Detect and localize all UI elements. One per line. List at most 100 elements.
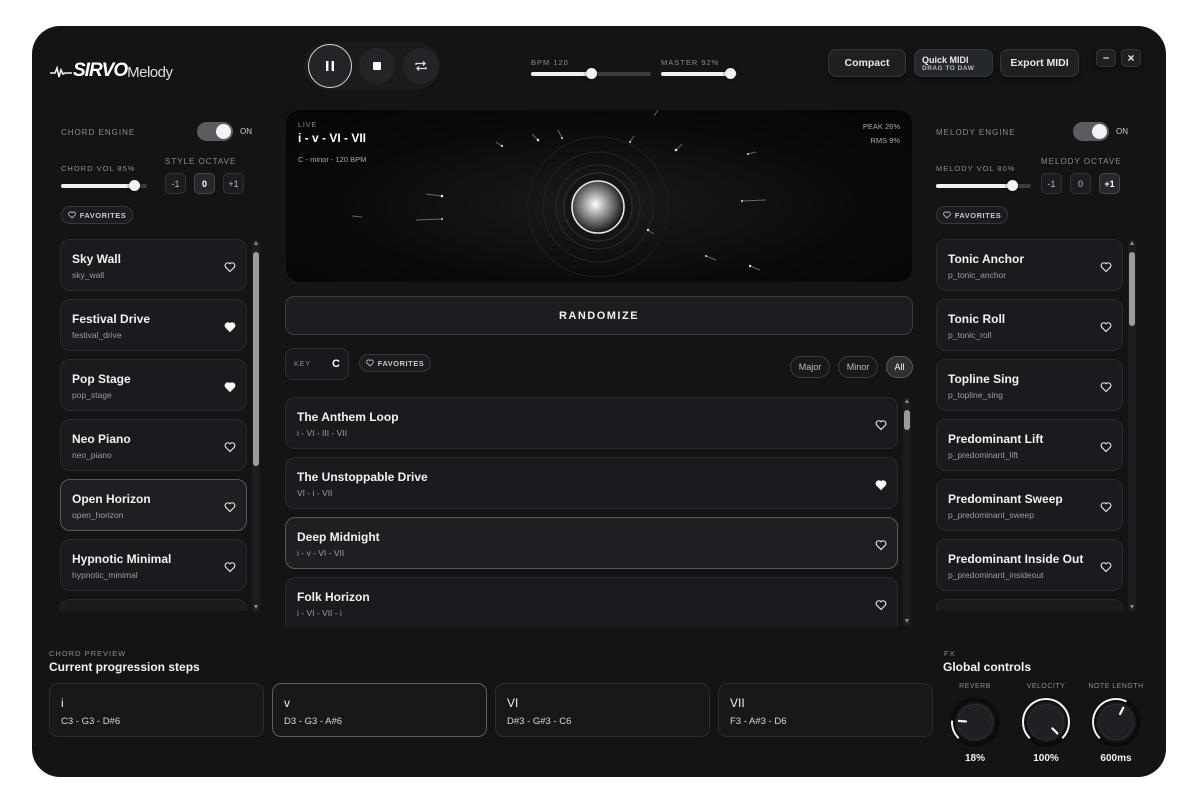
octave-button[interactable]: 0 — [194, 173, 215, 194]
chord-scroll-thumb[interactable] — [253, 252, 259, 466]
heart-outline-icon[interactable] — [224, 441, 236, 453]
preset-card[interactable]: Tonic Anchor p_tonic_anchor — [936, 239, 1123, 291]
octave-button[interactable]: -1 — [1041, 173, 1062, 194]
note-length-knob[interactable] — [1090, 696, 1142, 748]
progression-scrollbar[interactable]: ▲ ▼ — [903, 398, 911, 626]
reverb-knob[interactable] — [949, 696, 1001, 748]
melody-scrollbar[interactable]: ▲ ▼ — [1128, 240, 1136, 612]
master-slider[interactable] — [661, 68, 737, 79]
favorite-toggle[interactable] — [1100, 560, 1112, 573]
preset-card[interactable]: Hypnotic Minimal hypnotic_minimal — [60, 539, 247, 591]
favorite-toggle[interactable] — [224, 320, 236, 333]
favorite-toggle[interactable] — [875, 538, 887, 551]
progression-card[interactable]: Deep Midnight i - v - VI - VII — [285, 517, 898, 569]
heart-outline-icon[interactable] — [224, 501, 236, 513]
favorite-toggle[interactable] — [224, 560, 236, 573]
heart-outline-icon[interactable] — [1100, 261, 1112, 273]
scroll-up-icon[interactable]: ▲ — [252, 240, 260, 248]
heart-filled-icon[interactable] — [224, 381, 236, 393]
velocity-knob[interactable] — [1020, 696, 1072, 748]
favorite-toggle[interactable] — [875, 418, 887, 431]
scroll-up-icon[interactable]: ▲ — [1128, 240, 1136, 248]
melody-favorites-button[interactable]: FAVORITES — [936, 206, 1008, 224]
favorite-toggle[interactable] — [875, 598, 887, 611]
bpm-thumb[interactable] — [585, 68, 597, 79]
preset-card[interactable]: Predominant Inside Out p_predominant_ins… — [936, 539, 1123, 591]
knob-dial[interactable] — [1020, 696, 1072, 748]
preset-card[interactable]: Open Horizon open_horizon — [60, 479, 247, 531]
melody-engine-toggle[interactable] — [1073, 122, 1109, 141]
favorite-toggle[interactable] — [875, 478, 887, 491]
filter-tab-all[interactable]: All — [886, 356, 913, 378]
favorite-toggle[interactable] — [224, 380, 236, 393]
bpm-slider[interactable] — [531, 68, 651, 79]
progression-favorites-button[interactable]: FAVORITES — [359, 354, 431, 372]
heart-outline-icon[interactable] — [875, 419, 887, 431]
scroll-down-icon[interactable]: ▼ — [1128, 604, 1136, 612]
heart-outline-icon[interactable] — [1100, 321, 1112, 333]
progression-card[interactable]: The Unstoppable Drive VI - i - VII — [285, 457, 898, 509]
close-button[interactable]: × — [1121, 49, 1141, 67]
favorite-toggle[interactable] — [1100, 320, 1112, 333]
chord-favorites-button[interactable]: FAVORITES — [61, 206, 133, 224]
preset-card[interactable]: Neo Piano neo_piano — [60, 419, 247, 471]
preset-card[interactable]: Festival Drive festival_drive — [60, 299, 247, 351]
chord-step[interactable]: VII F3 - A#3 - D6 — [718, 683, 933, 737]
scroll-down-icon[interactable]: ▼ — [252, 604, 260, 612]
master-thumb[interactable] — [725, 68, 737, 79]
favorite-toggle[interactable] — [1100, 260, 1112, 273]
octave-button[interactable]: -1 — [165, 173, 186, 194]
preset-card[interactable]: Sky Wall sky_wall — [60, 239, 247, 291]
progression-card[interactable]: The Anthem Loop i - VI - III - VII — [285, 397, 898, 449]
favorite-toggle[interactable] — [1100, 500, 1112, 513]
heart-filled-icon[interactable] — [224, 321, 236, 333]
chord-scrollbar[interactable]: ▲ ▼ — [252, 240, 260, 612]
quick-midi-button[interactable]: Quick MIDI DRAG TO DAW — [914, 49, 993, 77]
preset-card[interactable]: Pop Stage pop_stage — [60, 359, 247, 411]
loop-button[interactable] — [403, 48, 439, 84]
key-selector[interactable]: KEY C — [285, 348, 349, 380]
stop-button[interactable] — [359, 48, 395, 84]
chord-step[interactable]: i C3 - G3 - D#6 — [49, 683, 264, 737]
export-midi-button[interactable]: Export MIDI — [1000, 49, 1079, 77]
melody-vol-thumb[interactable] — [1006, 180, 1018, 191]
favorite-toggle[interactable] — [224, 500, 236, 513]
favorite-toggle[interactable] — [1100, 440, 1112, 453]
chord-step[interactable]: v D3 - G3 - A#6 — [272, 683, 487, 737]
heart-outline-icon[interactable] — [1100, 501, 1112, 513]
preset-card-partial[interactable] — [936, 599, 1123, 611]
octave-button[interactable]: +1 — [1099, 173, 1120, 194]
chord-step[interactable]: VI D#3 - G#3 - C6 — [495, 683, 710, 737]
filter-tab-minor[interactable]: Minor — [838, 356, 878, 378]
octave-button[interactable]: +1 — [223, 173, 244, 194]
pause-button[interactable] — [308, 44, 352, 88]
knob-dial[interactable] — [949, 696, 1001, 748]
melody-vol-slider[interactable] — [936, 180, 1031, 191]
minimize-button[interactable]: – — [1096, 49, 1116, 67]
melody-scroll-thumb[interactable] — [1129, 252, 1135, 326]
preset-card-partial[interactable] — [60, 599, 247, 611]
progression-scroll-thumb[interactable] — [904, 410, 910, 430]
heart-outline-icon[interactable] — [875, 539, 887, 551]
preset-card[interactable]: Predominant Sweep p_predominant_sweep — [936, 479, 1123, 531]
preset-card[interactable]: Tonic Roll p_tonic_roll — [936, 299, 1123, 351]
heart-outline-icon[interactable] — [875, 599, 887, 611]
filter-tab-major[interactable]: Major — [790, 356, 830, 378]
randomize-button[interactable]: RANDOMIZE — [285, 296, 913, 335]
scroll-up-icon[interactable]: ▲ — [903, 398, 911, 406]
heart-filled-icon[interactable] — [875, 479, 887, 491]
favorite-toggle[interactable] — [224, 440, 236, 453]
chord-vol-slider[interactable] — [61, 180, 147, 191]
favorite-toggle[interactable] — [224, 260, 236, 273]
chord-engine-toggle[interactable] — [197, 122, 233, 141]
heart-outline-icon[interactable] — [224, 561, 236, 573]
octave-button[interactable]: 0 — [1070, 173, 1091, 194]
scroll-down-icon[interactable]: ▼ — [903, 618, 911, 626]
compact-button[interactable]: Compact — [828, 49, 906, 77]
knob-dial[interactable] — [1090, 696, 1142, 748]
chord-vol-thumb[interactable] — [128, 180, 140, 191]
favorite-toggle[interactable] — [1100, 380, 1112, 393]
preset-card[interactable]: Topline Sing p_topline_sing — [936, 359, 1123, 411]
heart-outline-icon[interactable] — [1100, 441, 1112, 453]
progression-card[interactable]: Folk Horizon i - VI - VII - i — [285, 577, 898, 627]
